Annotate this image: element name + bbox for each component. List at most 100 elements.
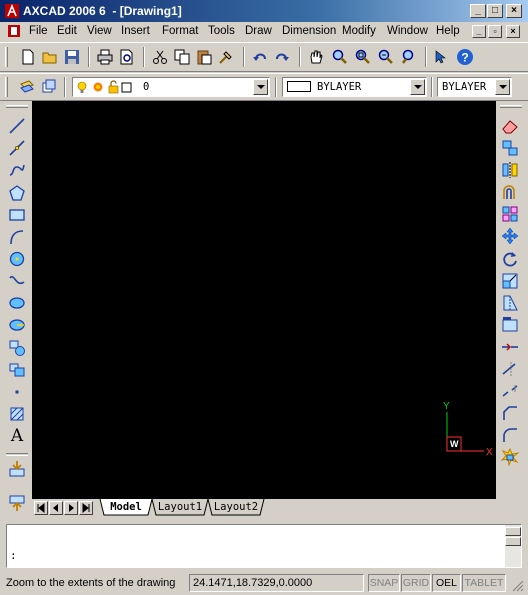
menu-help[interactable]: Help bbox=[436, 25, 460, 37]
linetype-dropdown[interactable]: BYLAYER bbox=[437, 77, 512, 97]
snap-toggle[interactable]: SNAP bbox=[368, 574, 400, 592]
stretch-button[interactable] bbox=[499, 292, 521, 314]
zoom-previous-button[interactable] bbox=[376, 47, 396, 67]
command-scrollbar[interactable] bbox=[505, 525, 521, 567]
redo-button[interactable] bbox=[272, 47, 292, 67]
insert-block-button[interactable] bbox=[6, 337, 28, 359]
arc-button[interactable] bbox=[6, 226, 28, 248]
circle-button[interactable] bbox=[6, 248, 28, 270]
polyline-button[interactable] bbox=[6, 159, 28, 181]
new-button[interactable] bbox=[18, 47, 38, 67]
resize-grip-icon[interactable] bbox=[512, 580, 524, 592]
chamfer-button[interactable] bbox=[499, 402, 521, 424]
menu-view[interactable]: View bbox=[87, 25, 112, 37]
offset-button[interactable] bbox=[499, 181, 521, 203]
toolbar-grip[interactable] bbox=[6, 105, 28, 108]
copy-button[interactable] bbox=[172, 47, 192, 67]
mirror-button[interactable] bbox=[499, 159, 521, 181]
scale-button[interactable] bbox=[499, 270, 521, 292]
break-button[interactable] bbox=[499, 380, 521, 402]
trim-button[interactable] bbox=[499, 336, 521, 358]
scroll-down-button[interactable] bbox=[505, 537, 521, 546]
zoom-realtime-button[interactable] bbox=[330, 47, 350, 67]
menu-tools[interactable]: Tools bbox=[208, 25, 235, 37]
previous-tab-button[interactable] bbox=[49, 501, 63, 515]
spline-button[interactable] bbox=[6, 270, 28, 292]
export-button[interactable] bbox=[6, 492, 28, 514]
doc-restore-button[interactable]: ▫ bbox=[488, 25, 502, 38]
scroll-up-button[interactable] bbox=[505, 527, 521, 536]
menu-file[interactable]: File bbox=[29, 25, 48, 37]
color-dropdown[interactable]: BYLAYER bbox=[282, 77, 427, 97]
last-tab-button[interactable] bbox=[79, 501, 93, 515]
next-tab-button[interactable] bbox=[64, 501, 78, 515]
explode-button[interactable] bbox=[499, 446, 521, 468]
toolbar-grip[interactable] bbox=[5, 47, 8, 67]
close-button[interactable]: × bbox=[506, 4, 522, 18]
tab-layout2[interactable]: Layout2 bbox=[210, 499, 262, 516]
menu-dimension[interactable]: Dimension bbox=[282, 25, 336, 37]
array-button[interactable] bbox=[499, 203, 521, 225]
app-icon[interactable] bbox=[4, 3, 20, 19]
menu-format[interactable]: Format bbox=[162, 25, 198, 37]
chevron-down-icon[interactable] bbox=[253, 79, 268, 95]
grid-toggle[interactable]: GRID bbox=[401, 574, 431, 592]
menu-insert[interactable]: Insert bbox=[121, 25, 150, 37]
toolbar-grip[interactable] bbox=[5, 77, 8, 97]
menu-draw[interactable]: Draw bbox=[245, 25, 272, 37]
paste-button[interactable] bbox=[194, 47, 214, 67]
drawing-canvas[interactable]: X Y W bbox=[32, 101, 496, 499]
properties-button[interactable] bbox=[431, 47, 451, 67]
rotate-button[interactable] bbox=[499, 248, 521, 270]
rectangle-button[interactable] bbox=[6, 204, 28, 226]
cut-button[interactable] bbox=[150, 47, 170, 67]
first-tab-button[interactable] bbox=[34, 501, 48, 515]
hatch-button[interactable] bbox=[6, 403, 28, 425]
layer-manager-button[interactable] bbox=[17, 77, 37, 97]
help-button[interactable]: ? bbox=[455, 47, 475, 67]
make-block-button[interactable] bbox=[6, 359, 28, 381]
doc-close-button[interactable]: × bbox=[506, 25, 520, 38]
doc-minimize-button[interactable]: _ bbox=[472, 25, 486, 38]
menu-edit[interactable]: Edit bbox=[57, 25, 77, 37]
copy-object-button[interactable] bbox=[499, 137, 521, 159]
extend-button[interactable] bbox=[499, 358, 521, 380]
chevron-down-icon[interactable] bbox=[495, 79, 510, 95]
open-button[interactable] bbox=[40, 47, 60, 67]
construction-line-button[interactable] bbox=[6, 137, 28, 159]
menu-window[interactable]: Window bbox=[387, 25, 428, 37]
tab-layout1[interactable]: Layout1 bbox=[154, 499, 206, 516]
minimize-button[interactable]: _ bbox=[470, 4, 486, 18]
print-button[interactable] bbox=[95, 47, 115, 67]
erase-button[interactable] bbox=[499, 115, 521, 137]
tab-model[interactable]: Model bbox=[102, 499, 150, 516]
zoom-window-button[interactable] bbox=[353, 47, 373, 67]
save-button[interactable] bbox=[62, 47, 82, 67]
import-button[interactable] bbox=[6, 458, 28, 480]
make-object-layer-current-button[interactable] bbox=[39, 77, 59, 97]
document-icon[interactable] bbox=[7, 24, 21, 38]
coordinate-display[interactable]: 24.1471,18.7329,0.0000 bbox=[189, 574, 364, 592]
ellipse-arc-button[interactable] bbox=[6, 314, 28, 336]
oel-toggle[interactable]: OEL bbox=[432, 574, 461, 592]
toolbar-grip[interactable] bbox=[500, 105, 522, 108]
maximize-button[interactable]: □ bbox=[487, 4, 503, 18]
zoom-extents-button[interactable] bbox=[399, 47, 419, 67]
fillet-button[interactable] bbox=[499, 424, 521, 446]
move-button[interactable] bbox=[499, 225, 521, 247]
line-button[interactable] bbox=[6, 115, 28, 137]
command-line[interactable]: : bbox=[6, 524, 522, 568]
layer-dropdown[interactable]: 0 bbox=[72, 77, 270, 97]
undo-button[interactable] bbox=[250, 47, 270, 67]
text-button[interactable]: A bbox=[6, 425, 28, 447]
match-properties-button[interactable] bbox=[216, 47, 236, 67]
chevron-down-icon[interactable] bbox=[410, 79, 425, 95]
print-preview-button[interactable] bbox=[117, 47, 137, 67]
polygon-button[interactable] bbox=[6, 182, 28, 204]
tablet-toggle[interactable]: TABLET bbox=[462, 574, 506, 592]
ellipse-button[interactable] bbox=[6, 292, 28, 314]
pan-button[interactable] bbox=[306, 47, 326, 67]
lengthen-button[interactable] bbox=[499, 314, 521, 336]
menu-modify[interactable]: Modify bbox=[342, 25, 376, 37]
point-button[interactable] bbox=[6, 381, 28, 403]
